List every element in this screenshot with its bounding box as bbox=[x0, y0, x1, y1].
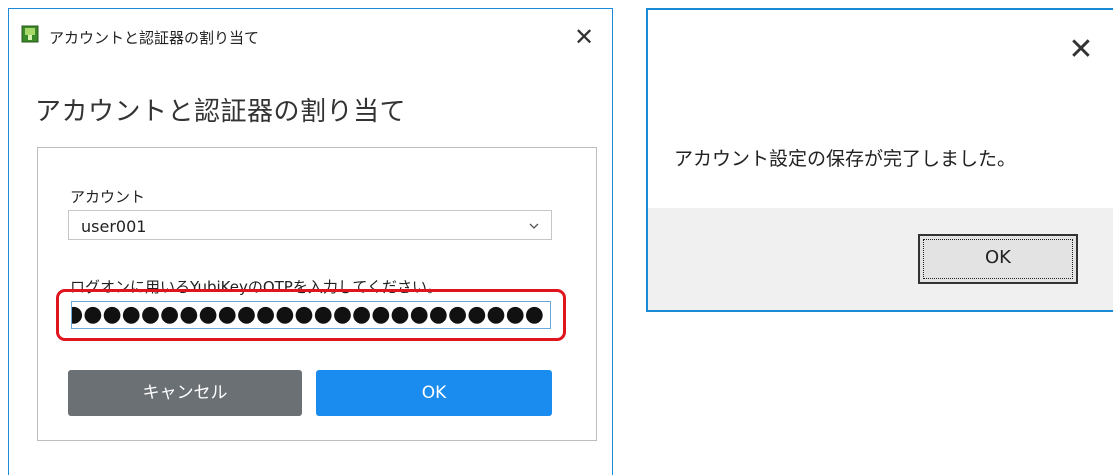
assign-dialog: アカウントと認証器の割り当て ✕ アカウントと認証器の割り当て アカウント us… bbox=[8, 8, 613, 475]
chevron-down-icon bbox=[527, 218, 541, 232]
dialog-footer: OK bbox=[648, 208, 1113, 310]
form-panel: アカウント user001 ログオンに用いるYubiKeyのOTPを入力してくだ… bbox=[37, 147, 597, 441]
focus-rect bbox=[923, 239, 1073, 279]
ok-button[interactable]: OK bbox=[918, 234, 1078, 284]
close-icon: ✕ bbox=[573, 23, 595, 51]
close-button[interactable]: ✕ bbox=[564, 17, 604, 57]
account-selected-value: user001 bbox=[81, 217, 147, 236]
cancel-button[interactable]: キャンセル bbox=[68, 370, 302, 416]
saved-message: アカウント設定の保存が完了しました。 bbox=[674, 148, 1017, 170]
otp-input[interactable]: )●●●●●●●●●●●●●●●●●●●●●●●●●●●● bbox=[71, 301, 551, 329]
close-icon: ✕ bbox=[1068, 32, 1094, 67]
ok-button[interactable]: OK bbox=[316, 370, 552, 416]
account-select[interactable]: user001 bbox=[68, 210, 552, 240]
app-icon bbox=[21, 25, 39, 43]
account-label: アカウント bbox=[70, 188, 146, 206]
saved-dialog: ✕ アカウント設定の保存が完了しました。 OK bbox=[646, 8, 1113, 312]
close-button[interactable]: ✕ bbox=[1061, 30, 1101, 70]
title-bar: アカウントと認証器の割り当て ✕ bbox=[9, 9, 612, 65]
otp-masked-value: )●●●●●●●●●●●●●●●●●●●●●●●●●●●● bbox=[72, 302, 544, 327]
otp-highlight: )●●●●●●●●●●●●●●●●●●●●●●●●●●●● bbox=[56, 289, 566, 341]
page-title: アカウントと認証器の割り当て bbox=[35, 97, 407, 127]
dialog-top-border bbox=[648, 8, 1113, 10]
window-title: アカウントと認証器の割り当て bbox=[49, 29, 260, 47]
